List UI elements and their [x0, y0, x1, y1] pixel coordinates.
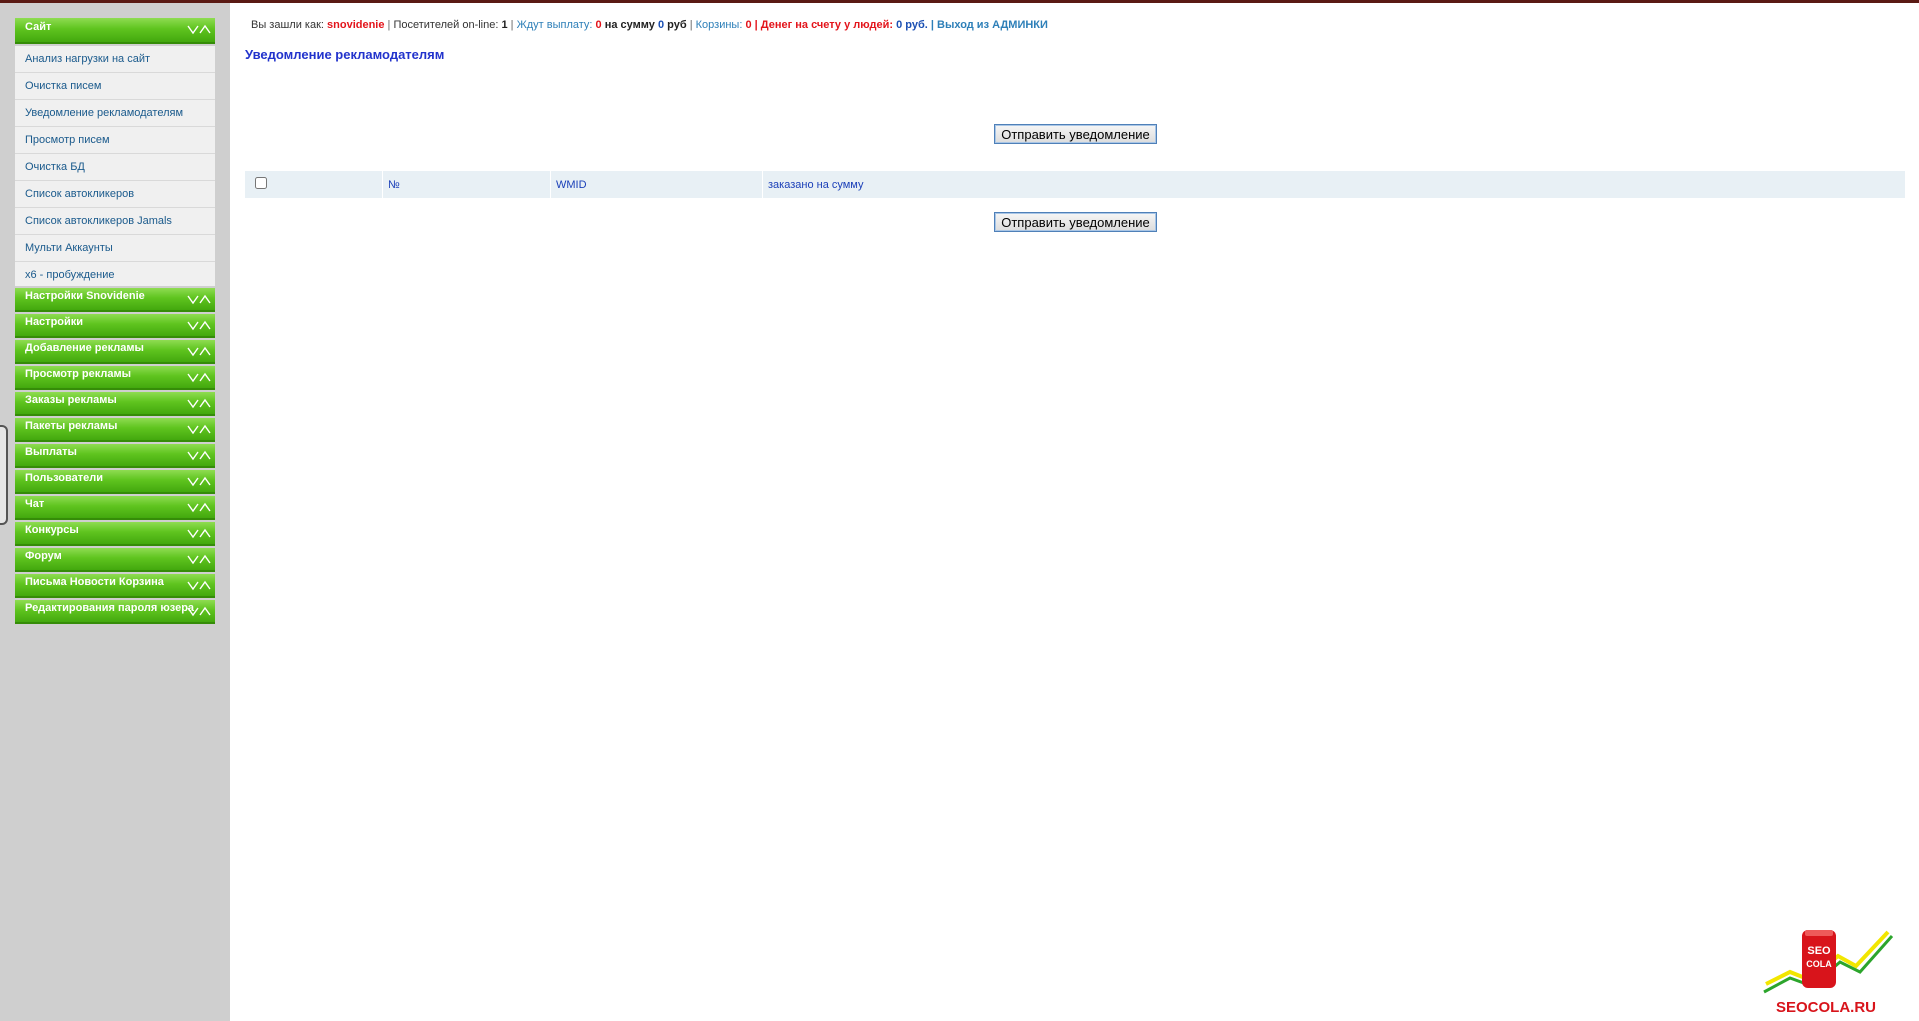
sidebar-submenu: Анализ нагрузки на сайт Очистка писем Увед…: [15, 46, 215, 286]
sidebar-item[interactable]: Очистка писем: [15, 73, 215, 100]
carts-count: 0: [745, 19, 752, 31]
chevron-toggle-icon: [187, 372, 211, 383]
chevron-toggle-icon: [187, 476, 211, 487]
sidebar-section-label: Просмотр рекламы: [25, 368, 132, 380]
column-header-wmid[interactable]: WMID: [550, 171, 763, 198]
sidebar-section-header[interactable]: Просмотр рекламы: [15, 366, 215, 390]
sidebar-section-header[interactable]: Настройки Snovidenie: [15, 288, 215, 312]
sidebar-section-label: Форум: [25, 550, 62, 562]
send-notification-button-bottom[interactable]: Отправить уведомление: [994, 212, 1157, 232]
carts-link[interactable]: Корзины:: [696, 19, 743, 31]
payout-sum-value: 0: [657, 19, 665, 31]
column-header-ordered-sum[interactable]: заказано на сумму: [763, 171, 1906, 198]
sidebar-item[interactable]: Список автокликеров Jamals: [15, 208, 215, 235]
side-panel-handle[interactable]: [0, 425, 8, 525]
logo-can-text-bottom: COLA: [1806, 959, 1832, 969]
sidebar-item[interactable]: Просмотр писем: [15, 127, 215, 154]
sidebar-section-header[interactable]: Сайт: [15, 18, 215, 44]
sidebar-section-header[interactable]: Письма Новости Корзина: [15, 574, 215, 598]
chevron-toggle-icon: [187, 502, 211, 513]
chevron-toggle-icon: [187, 294, 211, 305]
chevron-toggle-icon: [187, 554, 211, 565]
logged-in-label: Вы зашли как:: [251, 19, 324, 31]
chevron-toggle-icon: [187, 450, 211, 461]
sidebar-section-header[interactable]: Форум: [15, 548, 215, 572]
chevron-toggle-icon: [187, 424, 211, 435]
advertisers-table: № WMID заказано на сумму: [245, 171, 1905, 198]
sidebar-section-label: Настройки: [25, 316, 84, 328]
sidebar-section-header[interactable]: Настройки: [15, 314, 215, 338]
payout-sum-label: на сумму: [604, 19, 655, 31]
column-header-number[interactable]: №: [382, 171, 551, 198]
sidebar-item[interactable]: Очистка БД: [15, 154, 215, 181]
sidebar-section-label: Заказы рекламы: [25, 394, 117, 406]
logout-admin-link[interactable]: | Выход из АДМИНКИ: [931, 19, 1048, 31]
sidebar-section-label: Письма Новости Корзина: [25, 576, 164, 588]
chevron-toggle-icon: [187, 528, 211, 539]
sidebar-section-header[interactable]: Редактирования пароля юзера: [15, 600, 215, 624]
separator: |: [510, 19, 514, 31]
sidebar-section-label: Выплаты: [25, 446, 77, 458]
chevron-toggle-icon: [187, 580, 211, 591]
chevron-toggle-icon: [187, 24, 211, 35]
admin-status-line: Вы зашли как: snovidenie | Посетителей o…: [251, 19, 1048, 31]
sidebar-item[interactable]: Уведомление рекламодателям: [15, 100, 215, 127]
online-visitors-label: Посетителей on-line:: [393, 19, 499, 31]
separator: |: [387, 19, 391, 31]
sidebar-item[interactable]: Список автокликеров: [15, 181, 215, 208]
admin-sidebar-menu: Сайт Анализ нагрузки на сайт Очистка писем…: [15, 18, 215, 626]
sidebar-section-label: Сайт: [25, 21, 52, 33]
pending-payouts-count: 0: [595, 19, 602, 31]
sidebar-section-label: Редактирования пароля юзера: [25, 602, 195, 614]
sidebar-section-label: Пользователи: [25, 472, 104, 484]
sidebar-section-label: Конкурсы: [25, 524, 79, 536]
payout-sum-unit: руб: [667, 19, 687, 31]
chevron-toggle-icon: [187, 398, 211, 409]
chevron-toggle-icon: [187, 346, 211, 357]
sidebar-section-header[interactable]: Выплаты: [15, 444, 215, 468]
seocola-logo: SEO COLA SEOCOLA.RU: [1763, 930, 1894, 1016]
logo-text: SEOCOLA.RU: [1776, 999, 1876, 1016]
sidebar-section-header[interactable]: Конкурсы: [15, 522, 215, 546]
sidebar-item[interactable]: Мульти Аккаунты: [15, 235, 215, 262]
sidebar-section-header[interactable]: Пользователи: [15, 470, 215, 494]
online-visitors-count: 1: [501, 19, 508, 31]
chevron-toggle-icon: [187, 606, 211, 617]
pending-payouts-link[interactable]: Ждут выплату:: [517, 19, 593, 31]
send-notification-button-top[interactable]: Отправить уведомление: [994, 124, 1157, 144]
users-money-value: 0 руб.: [896, 19, 928, 31]
table-header-row: № WMID заказано на сумму: [245, 171, 1905, 198]
sidebar-section-header[interactable]: Пакеты рекламы: [15, 418, 215, 442]
username: snovidenie: [327, 19, 385, 31]
users-money-label: | Денег на счету у людей:: [754, 19, 894, 31]
select-all-checkbox[interactable]: [255, 177, 267, 189]
sidebar-section-label: Настройки Snovidenie: [25, 290, 145, 302]
page-title: Уведомление рекламодателям: [245, 47, 445, 62]
sidebar-section-label: Пакеты рекламы: [25, 420, 118, 432]
logo-can-text-top: SEO: [1807, 945, 1831, 957]
sidebar-section-header[interactable]: Чат: [15, 496, 215, 520]
chevron-toggle-icon: [187, 320, 211, 331]
sidebar-section-label: Чат: [25, 498, 45, 510]
sidebar-section-header[interactable]: Заказы рекламы: [15, 392, 215, 416]
sidebar-item[interactable]: Анализ нагрузки на сайт: [15, 46, 215, 73]
select-all-cell: [245, 171, 383, 198]
sidebar-section-label: Добавление рекламы: [25, 342, 144, 354]
separator: |: [689, 19, 693, 31]
sidebar-item[interactable]: x6 - пробуждение: [15, 262, 215, 286]
top-border-line: [0, 0, 1919, 3]
sidebar-section-header[interactable]: Добавление рекламы: [15, 340, 215, 364]
